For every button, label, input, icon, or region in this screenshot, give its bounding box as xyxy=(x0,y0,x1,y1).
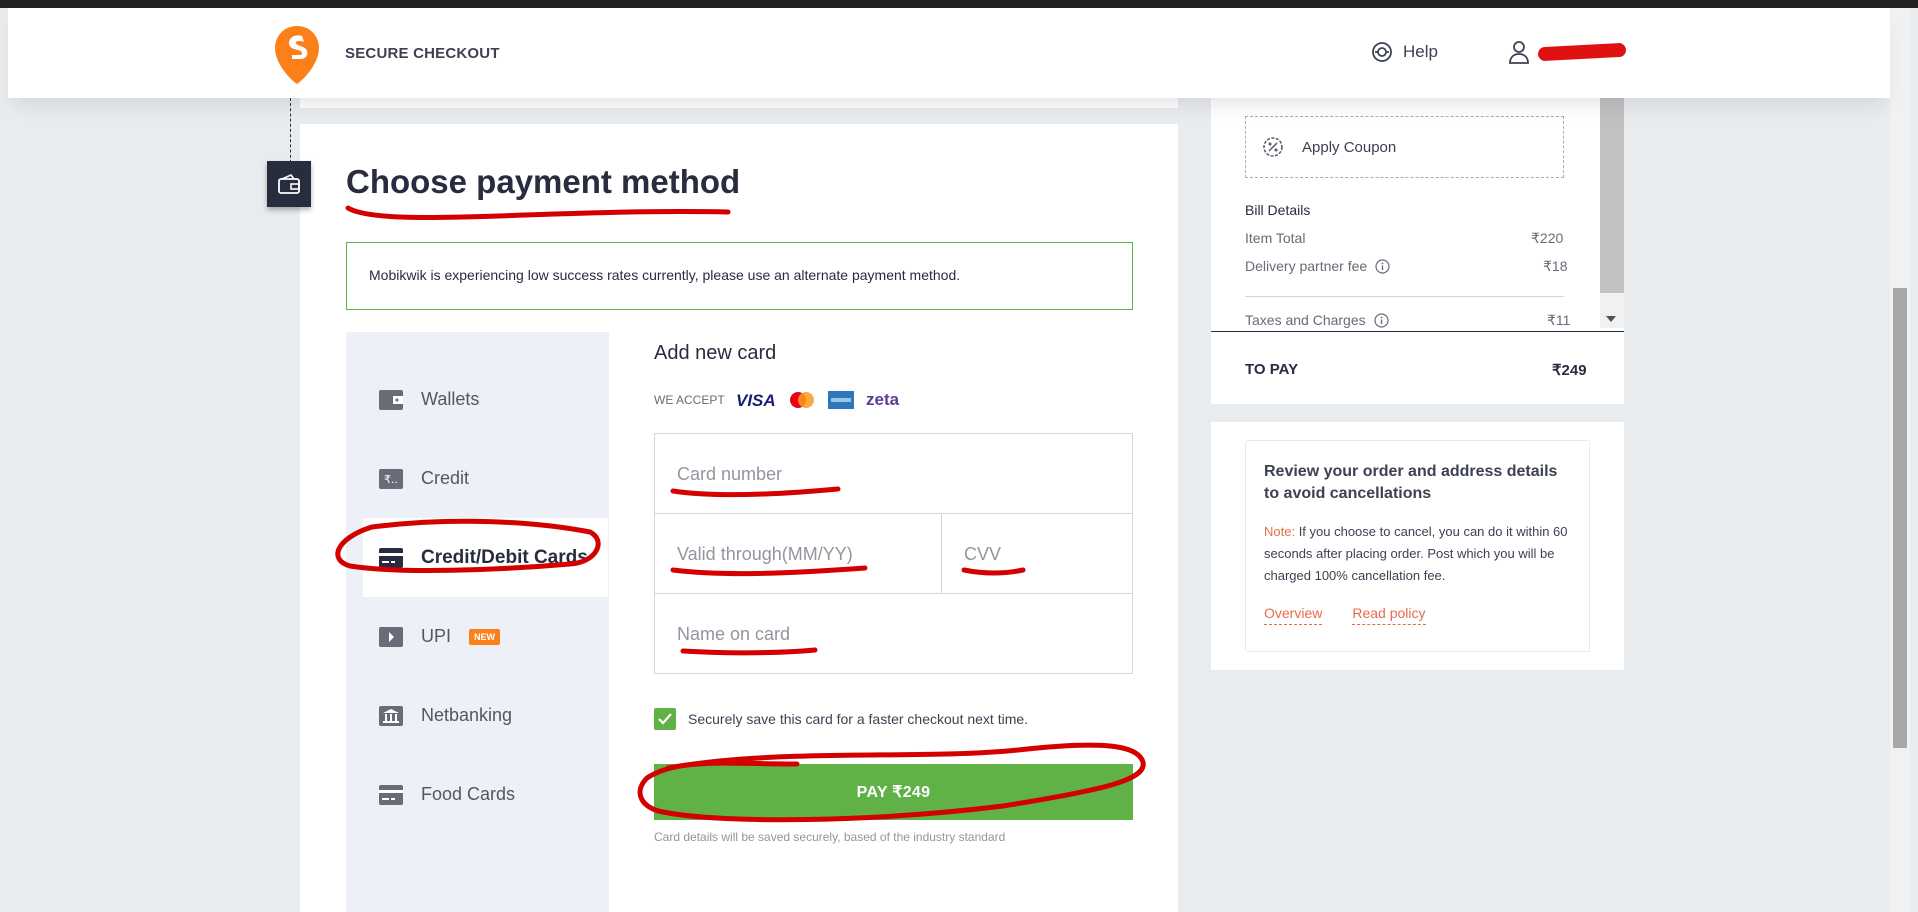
zeta-logo-icon: zeta xyxy=(866,390,900,409)
lifebuoy-icon xyxy=(1372,42,1392,62)
wallet-step-icon xyxy=(267,161,311,207)
page-frame: SECURE CHECKOUT Help Choose payment meth… xyxy=(0,8,1918,912)
card-security-note: Card details will be saved securely, bas… xyxy=(654,830,1006,844)
cvv-input[interactable] xyxy=(964,544,1110,565)
card-number-input[interactable] xyxy=(677,464,1110,485)
review-links: Overview Read policy xyxy=(1264,605,1571,625)
help-link[interactable]: Help xyxy=(1371,41,1438,63)
valid-through-field[interactable] xyxy=(654,513,942,594)
page-title: Choose payment method xyxy=(346,163,741,200)
method-label: UPI xyxy=(421,626,452,646)
method-label: Wallets xyxy=(421,389,480,409)
rupee-credit-icon: ₹.. xyxy=(379,468,403,489)
wallet-icon xyxy=(379,389,403,410)
review-card: Review your order and address details to… xyxy=(1245,440,1590,652)
user-icon xyxy=(1509,41,1529,64)
method-credit[interactable]: ₹.. Credit xyxy=(363,439,608,518)
mobikwik-notice: Mobikwik is experiencing low success rat… xyxy=(346,242,1133,310)
save-card-option[interactable]: Securely save this card for a faster che… xyxy=(654,708,1028,730)
method-label: Netbanking xyxy=(421,705,513,725)
valid-through-input[interactable] xyxy=(677,544,919,565)
to-pay-divider xyxy=(1211,331,1624,332)
method-label: Food Cards xyxy=(421,784,516,804)
bill-row-label: Item Total xyxy=(1245,230,1306,246)
accepted-networks: WE ACCEPT VISA zeta xyxy=(654,390,907,410)
previous-section-edge xyxy=(300,98,1178,108)
note-label: Note: xyxy=(1264,524,1296,539)
apply-coupon-label: Apply Coupon xyxy=(1302,138,1397,156)
bank-icon xyxy=(379,705,403,726)
visa-logo-icon: VISA xyxy=(736,391,776,409)
bill-row-value: ₹11 xyxy=(1547,312,1571,328)
user-menu[interactable] xyxy=(1508,40,1627,64)
bill-row-label: Delivery partner fee xyxy=(1245,258,1368,274)
method-netbanking[interactable]: Netbanking xyxy=(363,676,608,755)
swiggy-logo-icon[interactable] xyxy=(273,24,321,86)
to-pay-value: ₹249 xyxy=(1552,362,1587,379)
apply-coupon-button[interactable]: Apply Coupon xyxy=(1245,116,1564,178)
bill-row-label: Taxes and Charges xyxy=(1245,312,1366,328)
method-upi[interactable]: UPI NEW xyxy=(363,597,608,676)
method-wallets[interactable]: Wallets xyxy=(363,360,608,439)
method-label: Credit xyxy=(421,468,470,488)
add-card-heading: Add new card xyxy=(654,342,777,364)
bill-scrollbar-thumb[interactable] xyxy=(1600,98,1624,293)
mastercard-logo-icon xyxy=(789,392,814,408)
info-icon[interactable] xyxy=(1374,312,1389,328)
svg-text:zeta: zeta xyxy=(866,390,900,409)
save-card-label: Securely save this card for a faster che… xyxy=(688,711,1029,727)
coupon-percent-icon xyxy=(1263,137,1283,157)
site-header: SECURE CHECKOUT Help xyxy=(8,8,1890,98)
bill-row-taxes: Taxes and Charges xyxy=(1245,312,1389,328)
page-scrollbar-thumb[interactable] xyxy=(1893,288,1907,748)
review-note: Note: If you choose to cancel, you can d… xyxy=(1264,521,1571,587)
review-title: Review your order and address details to… xyxy=(1264,463,1558,502)
card-icon xyxy=(379,547,403,568)
upi-icon xyxy=(379,626,403,647)
save-card-checkbox[interactable] xyxy=(654,708,676,730)
help-label: Help xyxy=(1403,42,1438,61)
to-pay-label: TO PAY xyxy=(1245,361,1299,378)
overview-link[interactable]: Overview xyxy=(1264,605,1323,625)
method-label: Credit/Debit Cards xyxy=(421,546,588,568)
bill-row-delivery: Delivery partner fee xyxy=(1245,258,1390,274)
card-icon xyxy=(379,784,403,805)
bill-divider xyxy=(1245,296,1564,297)
checkmark-icon xyxy=(658,713,672,725)
scroll-down-arrow-icon[interactable] xyxy=(1605,315,1617,323)
amex-logo-icon xyxy=(827,391,854,409)
bill-row-value: ₹18 xyxy=(1543,258,1568,274)
info-icon[interactable] xyxy=(1375,258,1390,274)
card-number-field[interactable] xyxy=(654,433,1133,514)
method-credit-debit-cards[interactable]: Credit/Debit Cards xyxy=(363,518,608,597)
pay-button[interactable]: PAY ₹249 xyxy=(654,764,1133,820)
bill-row-value: ₹220 xyxy=(1531,230,1564,246)
svg-text:VISA: VISA xyxy=(736,391,776,409)
method-food-cards[interactable]: Food Cards xyxy=(363,755,608,834)
redacted-username xyxy=(1537,42,1627,62)
timeline-connector xyxy=(290,98,291,168)
cvv-field[interactable] xyxy=(941,513,1133,594)
svg-text:₹..: ₹.. xyxy=(384,473,398,486)
secure-checkout-label: SECURE CHECKOUT xyxy=(345,45,500,62)
note-text: If you choose to cancel, you can do it w… xyxy=(1264,524,1568,583)
new-badge: NEW xyxy=(469,628,501,645)
bill-details-heading: Bill Details xyxy=(1245,202,1311,218)
we-accept-label: WE ACCEPT xyxy=(654,393,725,407)
read-policy-link[interactable]: Read policy xyxy=(1352,605,1426,625)
name-on-card-input[interactable] xyxy=(677,624,1110,645)
name-on-card-field[interactable] xyxy=(654,593,1133,674)
